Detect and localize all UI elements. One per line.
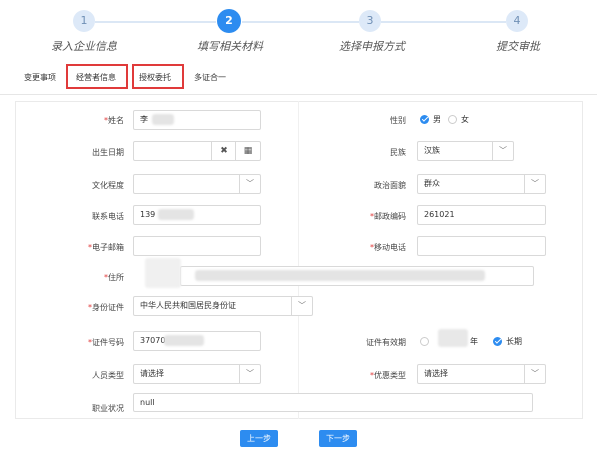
redaction [164, 335, 204, 346]
redaction [195, 270, 485, 281]
email-label: *电子邮箱 [88, 243, 124, 252]
gender-female-radio[interactable] [448, 115, 457, 124]
name-label: *姓名 [104, 116, 124, 125]
progress-stepper: 1 2 3 4 录入企业信息 填写相关材料 选择申报方式 提交审批 [0, 0, 597, 60]
tab-change-items[interactable]: 变更事项 [24, 72, 56, 83]
redaction [145, 258, 181, 288]
preferential-type-label: *优惠类型 [370, 371, 406, 380]
step-2-circle: 2 [217, 9, 241, 33]
step-connector [381, 21, 506, 23]
email-input[interactable] [133, 236, 261, 256]
tab-authorization[interactable]: 授权委托 [139, 72, 171, 83]
occupation-label: 职业状况 [92, 404, 124, 413]
step-connector [95, 21, 216, 23]
address-label: *住所 [104, 273, 124, 282]
prev-step-button[interactable]: 上一步 [240, 430, 278, 447]
postal-code-label: *邮政编码 [370, 212, 406, 221]
step-2-label: 填写相关材料 [197, 40, 263, 53]
clear-icon[interactable]: ✖ [211, 142, 236, 160]
birth-date-label: 出生日期 [92, 148, 124, 157]
tab-multi-cert[interactable]: 多证合一 [194, 72, 226, 83]
education-select[interactable]: ﹀ [133, 174, 261, 194]
phone-input[interactable]: 139 [133, 205, 261, 225]
step-connector [242, 21, 359, 23]
step-3-circle: 3 [359, 10, 381, 32]
gender-female-label: 女 [461, 115, 469, 124]
political-status-label: 政治面貌 [374, 181, 406, 190]
chevron-down-icon: ﹀ [291, 297, 312, 315]
ethnicity-label: 民族 [390, 148, 406, 157]
step-4-circle: 4 [506, 10, 528, 32]
education-label: 文化程度 [92, 181, 124, 190]
id-validity-label: 证件有效期 [366, 338, 406, 347]
political-status-select[interactable]: 群众 ﹀ [417, 174, 546, 194]
id-type-label: *身份证件 [88, 303, 124, 312]
id-type-select[interactable]: 中华人民共和国居民身份证 ﹀ [133, 296, 313, 316]
birth-date-input[interactable]: ✖ ▦ [133, 141, 261, 161]
validity-date-radio[interactable] [420, 337, 429, 346]
person-type-select[interactable]: 请选择 ﹀ [133, 364, 261, 384]
step-4-label: 提交审批 [496, 40, 540, 53]
gender-label: 性别 [390, 116, 406, 125]
postal-code-input[interactable]: 261021 [417, 205, 546, 225]
chevron-down-icon: ﹀ [524, 365, 545, 383]
preferential-type-select[interactable]: 请选择 ﹀ [417, 364, 546, 384]
gender-male-radio[interactable] [420, 115, 429, 124]
person-type-label: 人员类型 [92, 371, 124, 380]
mobile-input[interactable] [417, 236, 546, 256]
phone-label: 联系电话 [92, 212, 124, 221]
chevron-down-icon: ﹀ [239, 365, 260, 383]
redaction [158, 209, 194, 220]
column-divider [298, 101, 299, 419]
id-number-label: *证件号码 [88, 338, 124, 347]
chevron-down-icon: ﹀ [492, 142, 513, 160]
chevron-down-icon: ﹀ [239, 175, 260, 193]
ethnicity-select[interactable]: 汉族 ﹀ [417, 141, 514, 161]
redaction [438, 329, 468, 347]
step-1-label: 录入企业信息 [51, 40, 117, 53]
gender-male-label: 男 [433, 115, 441, 124]
occupation-input[interactable]: null [133, 393, 533, 412]
step-3-label: 选择申报方式 [339, 40, 405, 53]
chevron-down-icon: ﹀ [524, 175, 545, 193]
tab-operator-info[interactable]: 经营者信息 [76, 72, 116, 83]
year-suffix: 年 [470, 337, 478, 346]
tab-bar: 变更事项 经营者信息 授权委托 多证合一 [0, 63, 597, 95]
calendar-icon[interactable]: ▦ [235, 142, 260, 160]
redaction [152, 114, 174, 125]
step-1-circle: 1 [73, 10, 95, 32]
next-step-button[interactable]: 下一步 [319, 430, 357, 447]
validity-long-term-label: 长期 [506, 337, 522, 346]
validity-long-term-radio[interactable] [493, 337, 502, 346]
mobile-label: *移动电话 [370, 243, 406, 252]
